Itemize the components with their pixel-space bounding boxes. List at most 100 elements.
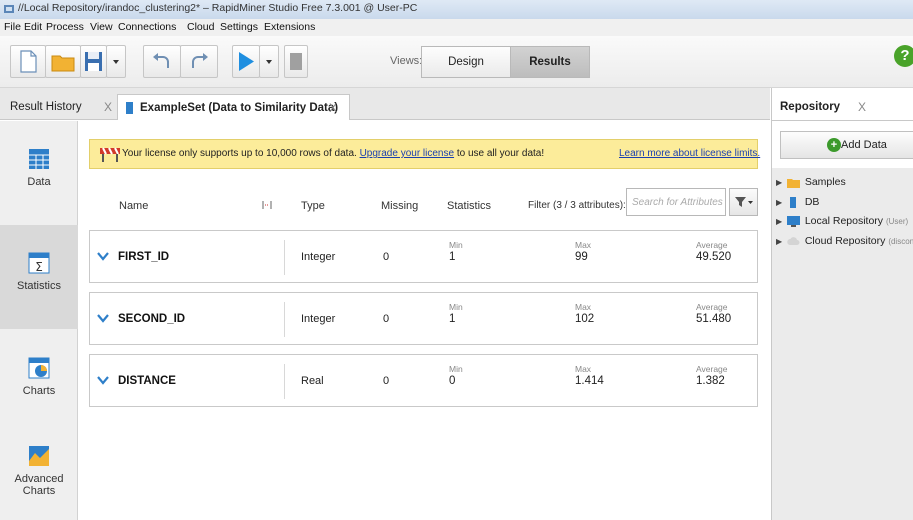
nav-advanced-charts-label: Advanced Charts bbox=[14, 473, 64, 497]
menu-process[interactable]: Process bbox=[46, 21, 84, 33]
column-resize-icon[interactable] bbox=[260, 198, 274, 212]
open-process-button[interactable] bbox=[45, 45, 81, 78]
menu-file[interactable]: File bbox=[4, 21, 21, 33]
stop-icon bbox=[290, 53, 302, 70]
attribute-row-distance[interactable]: DISTANCE Real 0 Min 0 Max 1.414 Average … bbox=[89, 354, 758, 407]
redo-button[interactable] bbox=[180, 45, 218, 78]
stat-max-value: 99 bbox=[575, 251, 588, 263]
rapidminer-app-icon bbox=[4, 5, 14, 13]
upgrade-license-link[interactable]: Upgrade your license bbox=[360, 148, 455, 159]
nav-advanced-charts[interactable]: Advanced Charts bbox=[0, 433, 78, 520]
tab-repository[interactable]: Repository X bbox=[772, 94, 887, 120]
expand-arrow-icon[interactable]: ▶ bbox=[776, 217, 784, 226]
column-header-statistics: Statistics bbox=[447, 200, 492, 212]
tree-item-sublabel: (User) bbox=[885, 217, 909, 226]
menu-bar: File Edit Process View Connections Cloud… bbox=[0, 19, 913, 36]
chevron-down-icon[interactable] bbox=[97, 313, 109, 323]
nav-statistics[interactable]: Σ Statistics bbox=[0, 225, 78, 329]
close-exampleset-icon[interactable]: X bbox=[329, 95, 337, 121]
column-header-missing[interactable]: Missing bbox=[381, 200, 418, 212]
nav-statistics-label: Statistics bbox=[16, 280, 61, 292]
results-view-button[interactable]: Results bbox=[510, 46, 590, 78]
nav-charts[interactable]: Charts bbox=[0, 329, 78, 433]
attribute-search-input[interactable] bbox=[626, 188, 726, 216]
attribute-type: Integer bbox=[301, 313, 336, 325]
plus-icon: + bbox=[827, 138, 841, 152]
expand-arrow-icon[interactable]: ▶ bbox=[776, 178, 784, 187]
tree-item-db[interactable]: ▶ DB bbox=[776, 196, 819, 208]
results-tab-row: Result History X ExampleSet (Data to Sim… bbox=[0, 88, 770, 120]
menu-cloud[interactable]: Cloud bbox=[187, 21, 214, 33]
statistics-panel: Your license only supports up to 10,000 … bbox=[78, 121, 770, 520]
help-button[interactable]: ? bbox=[894, 45, 913, 67]
expand-arrow-icon[interactable]: ▶ bbox=[776, 237, 784, 246]
close-repository-icon[interactable]: X bbox=[858, 94, 866, 120]
row-divider bbox=[284, 302, 285, 337]
license-banner: Your license only supports up to 10,000 … bbox=[89, 139, 760, 169]
filter-funnel-icon bbox=[735, 197, 753, 207]
run-icon bbox=[239, 52, 254, 71]
tree-item-label: Samples bbox=[804, 176, 846, 188]
add-data-button[interactable]: + Add Data bbox=[780, 131, 913, 159]
menu-view[interactable]: View bbox=[90, 21, 113, 33]
stat-average-label: Average bbox=[696, 364, 728, 374]
window-title-bar: //Local Repository/irandoc_clustering2* … bbox=[0, 0, 913, 19]
charts-icon bbox=[28, 357, 50, 379]
stat-average-value: 1.382 bbox=[696, 375, 725, 387]
tab-exampleset[interactable]: ExampleSet (Data to Similarity Data) X bbox=[117, 94, 350, 120]
attribute-name: FIRST_ID bbox=[118, 251, 170, 263]
license-message: Your license only supports up to 10,000 … bbox=[122, 148, 544, 159]
stop-process-button[interactable] bbox=[284, 45, 308, 78]
attribute-type: Real bbox=[301, 375, 324, 387]
stat-min-value: 0 bbox=[449, 375, 456, 387]
undo-icon bbox=[153, 53, 169, 68]
column-header-name[interactable]: Name bbox=[119, 200, 148, 212]
nav-data[interactable]: Data bbox=[0, 121, 78, 225]
stat-average-value: 51.480 bbox=[696, 313, 732, 325]
stat-average-label: Average bbox=[696, 302, 728, 312]
stat-max-value: 1.414 bbox=[575, 375, 604, 387]
nav-charts-label: Charts bbox=[22, 385, 56, 397]
attribute-missing: 0 bbox=[383, 313, 390, 325]
stat-min-label: Min bbox=[449, 364, 463, 374]
menu-settings[interactable]: Settings bbox=[220, 21, 258, 33]
new-process-button[interactable] bbox=[10, 45, 46, 78]
column-header-type[interactable]: Type bbox=[301, 200, 325, 212]
tree-item-label: Cloud Repository bbox=[804, 235, 886, 247]
new-process-icon bbox=[20, 50, 37, 73]
expand-arrow-icon[interactable]: ▶ bbox=[776, 198, 784, 207]
attribute-name: DISTANCE bbox=[118, 375, 176, 387]
exampleset-icon bbox=[126, 102, 133, 114]
menu-extensions[interactable]: Extensions bbox=[264, 21, 315, 33]
close-result-history-icon[interactable]: X bbox=[104, 94, 112, 120]
save-button[interactable] bbox=[80, 45, 107, 78]
main-toolbar: Views: Design Results ? bbox=[0, 36, 913, 88]
tree-item-local-repository[interactable]: ▶ Local Repository (User) bbox=[776, 215, 908, 227]
run-dropdown-icon bbox=[266, 60, 272, 64]
learn-more-license-link[interactable]: Learn more about license limits. bbox=[619, 148, 760, 159]
run-process-button[interactable] bbox=[232, 45, 260, 78]
tree-item-label: Local Repository bbox=[804, 215, 884, 227]
undo-button[interactable] bbox=[143, 45, 181, 78]
attribute-type: Integer bbox=[301, 251, 336, 263]
stat-max-label: Max bbox=[575, 240, 592, 250]
warning-barrier-icon bbox=[100, 147, 120, 162]
menu-edit[interactable]: Edit bbox=[24, 21, 42, 33]
tree-item-label: DB bbox=[804, 196, 820, 208]
chevron-down-icon[interactable] bbox=[97, 251, 109, 261]
tab-repository-label: Repository bbox=[780, 101, 841, 113]
menu-connections[interactable]: Connections bbox=[118, 21, 176, 33]
attribute-row-second-id[interactable]: SECOND_ID Integer 0 Min 1 Max 102 Averag… bbox=[89, 292, 758, 345]
attribute-filter-button[interactable] bbox=[729, 188, 758, 216]
tab-result-history-label: Result History bbox=[10, 101, 82, 113]
chevron-down-icon[interactable] bbox=[97, 375, 109, 385]
design-view-button[interactable]: Design bbox=[421, 46, 511, 78]
redo-icon bbox=[192, 53, 208, 68]
attribute-row-first-id[interactable]: FIRST_ID Integer 0 Min 1 Max 99 Average … bbox=[89, 230, 758, 283]
tab-result-history[interactable]: Result History X bbox=[0, 94, 116, 120]
tree-item-samples[interactable]: ▶ Samples bbox=[776, 176, 846, 188]
tree-item-cloud-repository[interactable]: ▶ Cloud Repository (disconnect bbox=[776, 235, 913, 247]
run-dropdown-button[interactable] bbox=[259, 45, 279, 78]
save-dropdown-button[interactable] bbox=[106, 45, 126, 78]
statistics-icon: Σ bbox=[28, 252, 50, 274]
